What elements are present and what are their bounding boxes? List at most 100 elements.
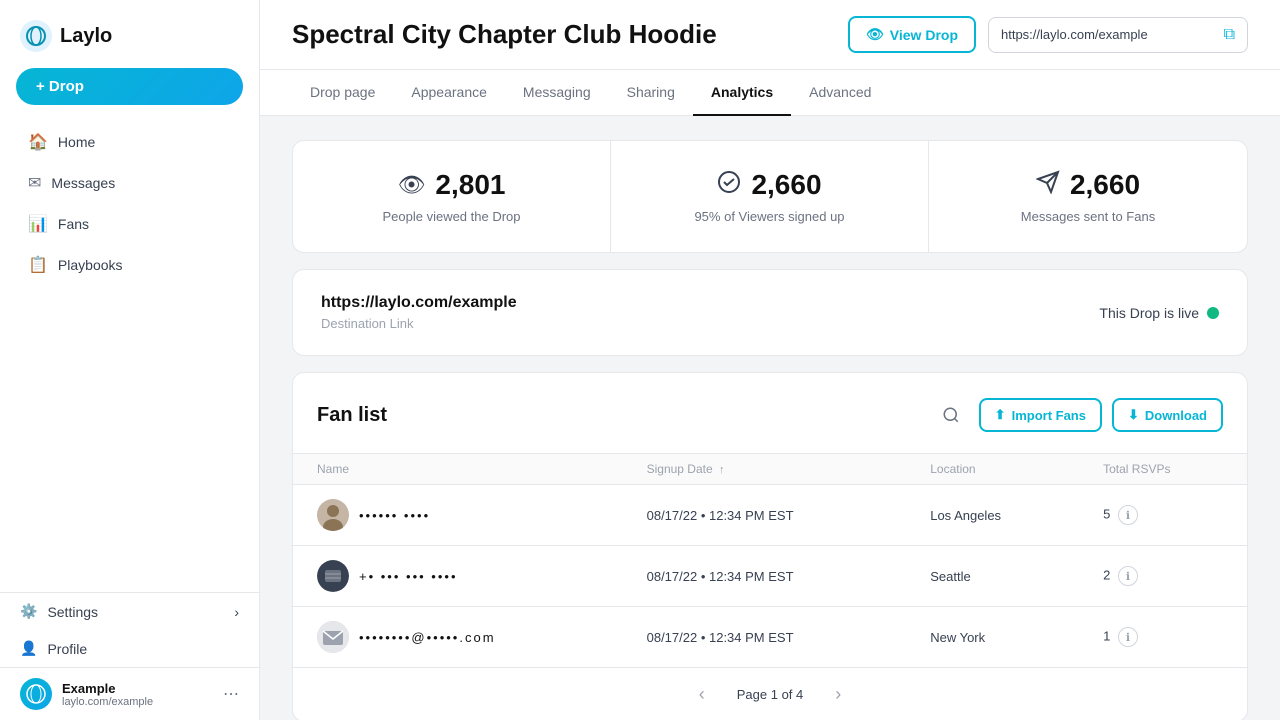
page-info: Page 1 of 4 bbox=[737, 687, 804, 702]
tab-drop-page[interactable]: Drop page bbox=[292, 70, 393, 116]
fan-date-3: 08/17/22 • 12:34 PM EST bbox=[623, 607, 907, 668]
sidebar-item-label-fans: Fans bbox=[58, 216, 89, 232]
import-icon: ⬆ bbox=[995, 407, 1006, 423]
account-url: laylo.com/example bbox=[62, 696, 213, 708]
account-row[interactable]: Example laylo.com/example ⋯ bbox=[0, 667, 259, 720]
header-url: https://laylo.com/example bbox=[1001, 27, 1216, 42]
download-label: Download bbox=[1145, 408, 1207, 423]
stat-signups-number: 2,660 bbox=[751, 169, 821, 201]
fan-name-2: +• ••• ••• •••• bbox=[359, 569, 458, 584]
link-left: https://laylo.com/example Destination Li… bbox=[321, 294, 517, 331]
info-icon-1[interactable]: ℹ bbox=[1118, 505, 1138, 525]
sidebar-item-fans[interactable]: 📊 Fans bbox=[8, 204, 251, 244]
stat-messages-number: 2,660 bbox=[1070, 169, 1140, 201]
prev-page-button[interactable]: ‹ bbox=[699, 684, 705, 705]
fan-table: Name Signup Date ↑ Location Total RSVPs bbox=[293, 453, 1247, 667]
tab-analytics[interactable]: Analytics bbox=[693, 70, 791, 116]
download-button[interactable]: ⬇ Download bbox=[1112, 398, 1223, 432]
top-header: Spectral City Chapter Club Hoodie 👁 View… bbox=[260, 0, 1280, 70]
fan-rsvps-1: 5 ℹ bbox=[1079, 485, 1247, 546]
stat-views-label: People viewed the Drop bbox=[317, 209, 586, 224]
tab-advanced[interactable]: Advanced bbox=[791, 70, 889, 116]
fan-list-actions: ⬆ Import Fans ⬇ Download bbox=[933, 397, 1223, 433]
sidebar-item-playbooks[interactable]: 📋 Playbooks bbox=[8, 245, 251, 285]
settings-item[interactable]: ⚙️ Settings › bbox=[0, 593, 259, 630]
fan-list-title: Fan list bbox=[317, 404, 387, 427]
copy-icon[interactable]: ⧉ bbox=[1224, 26, 1235, 44]
fan-list-header: Fan list ⬆ Import Fans ⬇ Downloa bbox=[293, 397, 1247, 453]
view-drop-label: View Drop bbox=[890, 27, 958, 43]
stat-signups-label: 95% of Viewers signed up bbox=[635, 209, 904, 224]
settings-left: ⚙️ Settings bbox=[20, 603, 98, 620]
playbooks-icon: 📋 bbox=[28, 255, 48, 275]
import-fans-button[interactable]: ⬆ Import Fans bbox=[979, 398, 1102, 432]
sidebar-item-messages[interactable]: ✉ Messages bbox=[8, 163, 251, 203]
profile-label: Profile bbox=[47, 641, 87, 657]
tabs: Drop page Appearance Messaging Sharing A… bbox=[260, 70, 1280, 116]
col-signup-date[interactable]: Signup Date ↑ bbox=[623, 454, 907, 485]
fan-name-1: •••••• •••• bbox=[359, 508, 430, 523]
stat-views-number: 2,801 bbox=[435, 169, 505, 201]
fan-date-1: 08/17/22 • 12:34 PM EST bbox=[623, 485, 907, 546]
fan-location-2: Seattle bbox=[906, 546, 1079, 607]
stat-messages-label: Messages sent to Fans bbox=[953, 209, 1223, 224]
stat-views: 👁 2,801 People viewed the Drop bbox=[293, 141, 611, 252]
next-page-button[interactable]: › bbox=[835, 684, 841, 705]
col-location: Location bbox=[906, 454, 1079, 485]
stat-messages: 2,660 Messages sent to Fans bbox=[929, 141, 1247, 252]
fan-rsvps-3: 1 ℹ bbox=[1079, 607, 1247, 668]
info-icon-2[interactable]: ℹ bbox=[1118, 566, 1138, 586]
stat-messages-top: 2,660 bbox=[953, 169, 1223, 201]
sidebar-nav: 🏠 Home ✉ Messages 📊 Fans 📋 Playbooks bbox=[0, 121, 259, 286]
send-stat-icon bbox=[1036, 170, 1060, 200]
stat-signups-top: 2,660 bbox=[635, 169, 904, 201]
destination-url: https://laylo.com/example bbox=[321, 294, 517, 312]
sidebar-item-label-playbooks: Playbooks bbox=[58, 257, 123, 273]
drop-button[interactable]: + Drop bbox=[16, 68, 243, 105]
settings-label: Settings bbox=[47, 604, 98, 620]
fan-search-button[interactable] bbox=[933, 397, 969, 433]
import-label: Import Fans bbox=[1012, 408, 1086, 423]
drop-button-label: + Drop bbox=[36, 78, 84, 95]
logo-text: Laylo bbox=[60, 25, 112, 48]
tab-messaging[interactable]: Messaging bbox=[505, 70, 609, 116]
fan-rsvps-2: 2 ℹ bbox=[1079, 546, 1247, 607]
sidebar-bottom: ⚙️ Settings › 👤 Profile Example laylo.co… bbox=[0, 592, 259, 720]
logo-icon bbox=[20, 20, 52, 52]
destination-label: Destination Link bbox=[321, 316, 517, 331]
profile-icon: 👤 bbox=[20, 640, 37, 657]
fans-icon: 📊 bbox=[28, 214, 48, 234]
profile-item[interactable]: 👤 Profile bbox=[0, 630, 259, 667]
link-card: https://laylo.com/example Destination Li… bbox=[292, 269, 1248, 356]
table-row: +• ••• ••• •••• 08/17/22 • 12:34 PM EST … bbox=[293, 546, 1247, 607]
account-avatar bbox=[20, 678, 52, 710]
url-box: https://laylo.com/example ⧉ bbox=[988, 17, 1248, 53]
stats-row: 👁 2,801 People viewed the Drop 2,660 95%… bbox=[292, 140, 1248, 253]
more-icon[interactable]: ⋯ bbox=[223, 684, 239, 704]
page-title: Spectral City Chapter Club Hoodie bbox=[292, 19, 717, 50]
sidebar-item-home[interactable]: 🏠 Home bbox=[8, 122, 251, 162]
sidebar-item-label-messages: Messages bbox=[51, 175, 115, 191]
sidebar: Laylo + Drop 🏠 Home ✉ Messages 📊 Fans 📋 … bbox=[0, 0, 260, 720]
sidebar-item-label-home: Home bbox=[58, 134, 95, 150]
content: 👁 2,801 People viewed the Drop 2,660 95%… bbox=[260, 116, 1280, 720]
col-total-rsvps: Total RSVPs bbox=[1079, 454, 1247, 485]
fan-name-cell-1: •••••• •••• bbox=[293, 485, 623, 546]
home-icon: 🏠 bbox=[28, 132, 48, 152]
fan-location-1: Los Angeles bbox=[906, 485, 1079, 546]
view-drop-button[interactable]: 👁 View Drop bbox=[848, 16, 976, 53]
fan-avatar-2 bbox=[317, 560, 349, 592]
col-name: Name bbox=[293, 454, 623, 485]
tab-appearance[interactable]: Appearance bbox=[393, 70, 505, 116]
fan-avatar-1 bbox=[317, 499, 349, 531]
check-stat-icon bbox=[717, 170, 741, 200]
pagination: ‹ Page 1 of 4 › bbox=[293, 667, 1247, 720]
sort-icon: ↑ bbox=[719, 464, 725, 476]
live-text: This Drop is live bbox=[1099, 305, 1199, 321]
chevron-right-icon: › bbox=[234, 604, 239, 620]
fan-name-3: ••••••••@•••••.com bbox=[359, 630, 496, 645]
eye-stat-icon: 👁 bbox=[397, 172, 425, 198]
tab-sharing[interactable]: Sharing bbox=[609, 70, 693, 116]
fan-location-3: New York bbox=[906, 607, 1079, 668]
info-icon-3[interactable]: ℹ bbox=[1118, 627, 1138, 647]
